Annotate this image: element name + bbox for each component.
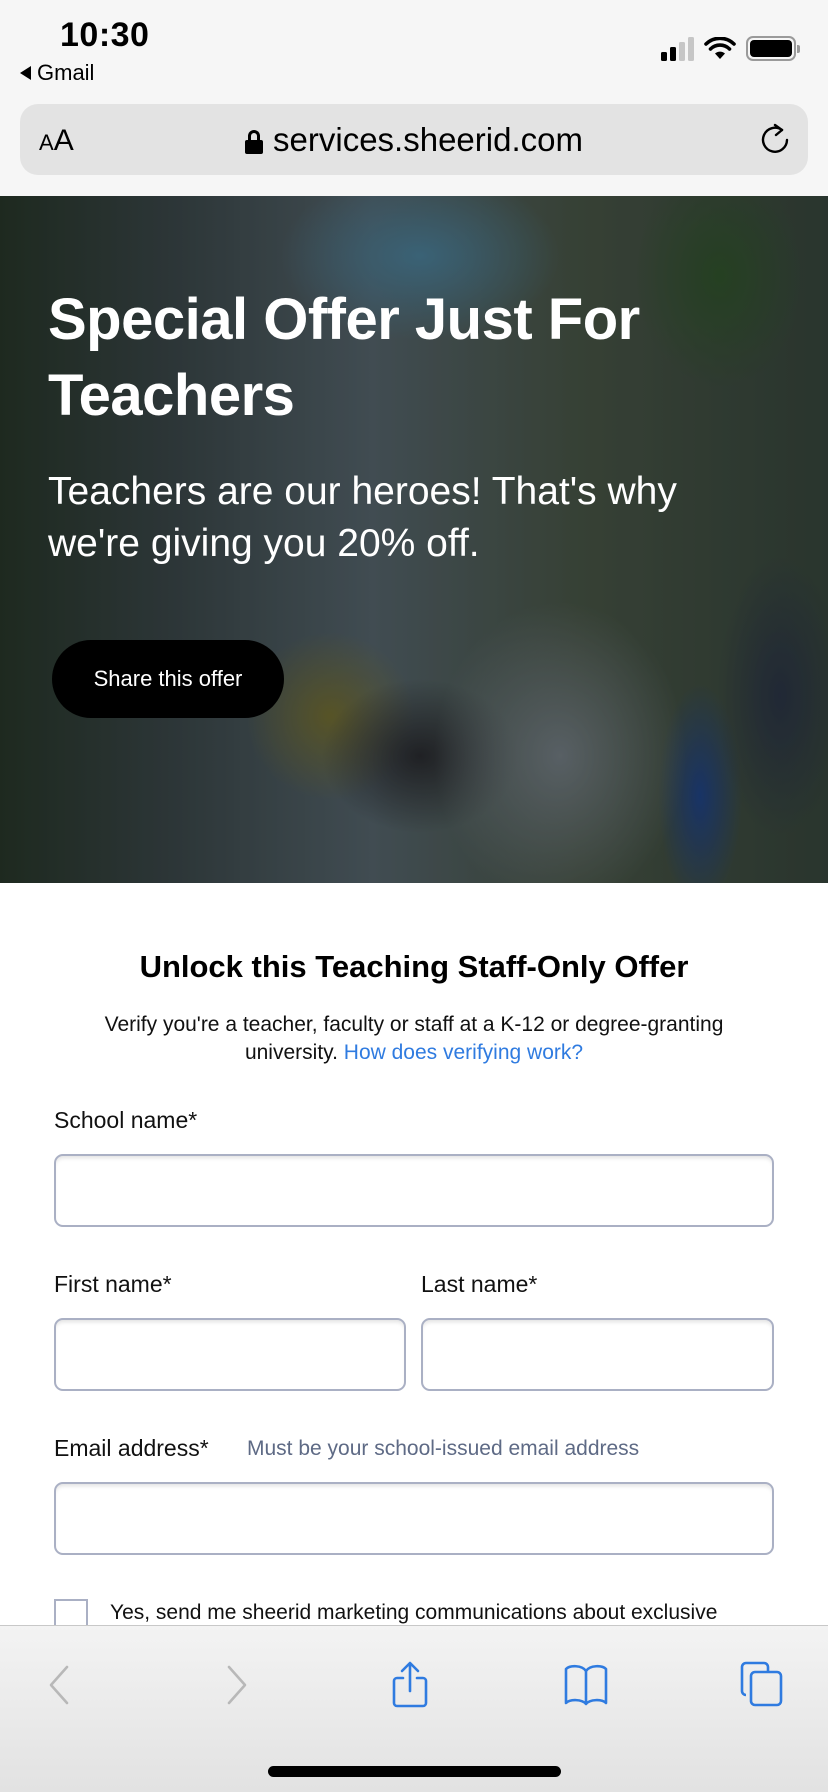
- back-triangle-icon: [20, 66, 31, 80]
- clock: 10:30: [60, 16, 150, 54]
- tabs-button[interactable]: [737, 1660, 787, 1710]
- school-name-label: School name*: [54, 1107, 198, 1133]
- url-text[interactable]: services.sheerid.com: [273, 121, 583, 159]
- share-offer-button[interactable]: Share this offer: [52, 640, 284, 718]
- share-button[interactable]: [385, 1660, 435, 1710]
- wifi-icon: [704, 36, 736, 59]
- hero-subtitle: Teachers are our heroes! That's why we'r…: [48, 470, 677, 565]
- hero-banner: Special Offer Just For Teachers Teachers…: [0, 196, 828, 883]
- tabs-icon: [740, 1661, 783, 1707]
- school-name-input[interactable]: [54, 1154, 774, 1227]
- last-name-input[interactable]: [421, 1318, 774, 1391]
- verification-form: Unlock this Teaching Staff-Only Offer Ve…: [0, 883, 828, 1633]
- battery-icon: [746, 36, 800, 61]
- marketing-opt-in-label[interactable]: Yes, send me sheerid marketing communica…: [110, 1601, 717, 1625]
- signal-icon: [661, 36, 694, 61]
- last-name-label: Last name*: [421, 1271, 538, 1297]
- forward-icon: [227, 1665, 247, 1705]
- bookmarks-button[interactable]: [561, 1660, 611, 1710]
- address-bar[interactable]: AA services.sheerid.com: [20, 104, 808, 175]
- first-name-input[interactable]: [54, 1318, 406, 1391]
- back-icon: [49, 1665, 69, 1705]
- share-icon: [392, 1661, 428, 1708]
- hero-title: Special Offer Just For Teachers: [48, 287, 640, 428]
- back-app-label: Gmail: [37, 60, 95, 85]
- form-title: Unlock this Teaching Staff-Only Offer: [139, 949, 689, 984]
- forward-button[interactable]: [212, 1660, 262, 1710]
- reload-icon[interactable]: [758, 122, 792, 156]
- email-hint: Must be your school-issued email address: [247, 1437, 640, 1460]
- back-to-app-button[interactable]: Gmail: [20, 60, 94, 86]
- system-icons: [661, 36, 800, 61]
- first-name-label: First name*: [54, 1271, 172, 1297]
- browser-toolbar: [0, 1625, 828, 1792]
- form-description: Verify you're a teacher, faculty or staf…: [104, 1013, 724, 1064]
- email-input[interactable]: [54, 1482, 774, 1555]
- email-label: Email address*: [54, 1435, 209, 1461]
- how-verifying-works-link[interactable]: How does verifying work?: [344, 1041, 583, 1064]
- bookmarks-icon: [564, 1664, 608, 1706]
- home-indicator[interactable]: [268, 1766, 561, 1777]
- back-button[interactable]: [34, 1660, 84, 1710]
- lock-icon: [245, 130, 264, 154]
- status-bar: 10:30 Gmail AA services.sheerid.com: [0, 0, 828, 196]
